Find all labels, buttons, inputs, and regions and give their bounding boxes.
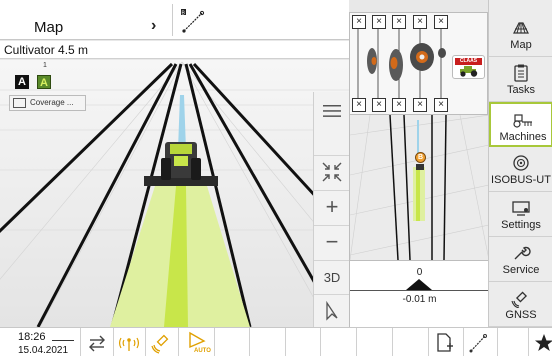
divider	[178, 328, 179, 356]
close-icon[interactable]: ×	[372, 15, 386, 29]
close-icon[interactable]: ×	[434, 98, 448, 112]
clipboard-icon	[514, 64, 528, 82]
close-icon[interactable]: ×	[392, 98, 406, 112]
divider	[392, 328, 393, 356]
zoom-in-button[interactable]: +	[314, 190, 350, 223]
add-document-icon[interactable]	[433, 332, 455, 354]
clock-date: 15.04.2021	[18, 345, 69, 356]
divider	[52, 340, 74, 341]
brand-logo: CLAAS	[455, 58, 482, 65]
close-icon[interactable]: ×	[352, 15, 366, 29]
chevron-right-icon[interactable]: ›	[151, 17, 156, 35]
coverage-button[interactable]: Coverage ...	[9, 95, 86, 111]
nav-item-service[interactable]: Service	[489, 237, 552, 282]
divider	[113, 328, 114, 356]
monitor-settings-icon	[512, 201, 530, 216]
offset-index: 0	[416, 267, 423, 278]
map-marker-b: B	[415, 152, 426, 163]
lightbar-line	[350, 290, 489, 291]
nav-label: Tasks	[506, 84, 536, 96]
nav-label: Service	[502, 264, 540, 276]
swap-arrows-icon[interactable]	[86, 332, 108, 354]
coverage-label: Coverage ...	[30, 98, 74, 107]
divider	[320, 328, 321, 356]
implement-bar: Cultivator 4.5 m	[0, 41, 349, 59]
plus-icon: +	[325, 194, 339, 219]
ab-line-icon[interactable]: B	[178, 6, 208, 36]
divider	[285, 328, 286, 356]
close-icon[interactable]: ×	[372, 98, 386, 112]
tractor-icon	[460, 66, 478, 77]
ab-line-icon[interactable]	[467, 332, 489, 354]
deviation-value: -0.01 m	[402, 294, 437, 305]
nav-label: GNSS	[505, 309, 537, 321]
section-a-indicator[interactable]: A	[15, 75, 29, 89]
close-icon[interactable]: ×	[352, 98, 366, 112]
close-icon[interactable]: ×	[413, 15, 427, 29]
divider	[249, 328, 250, 356]
nav-item-settings[interactable]: Settings	[489, 192, 552, 237]
minus-icon: −	[325, 229, 339, 254]
locate-button[interactable]	[314, 294, 350, 327]
section-a-active-indicator[interactable]: A	[37, 75, 51, 89]
mini-map-canvas	[350, 115, 488, 260]
nav-item-machines[interactable]: Machines	[489, 102, 552, 147]
view-mode-label: 3D	[323, 269, 341, 285]
brand-machine-button[interactable]: CLAAS	[452, 55, 485, 79]
divider	[528, 328, 529, 356]
position-indicator-icon	[406, 279, 432, 290]
top-bar: Map › B	[0, 0, 349, 40]
tractor-position-icon	[416, 164, 424, 170]
divider	[463, 328, 464, 356]
navigation-pointer-icon	[326, 301, 338, 321]
view-toolbar: + − 3D	[313, 92, 350, 327]
close-icon[interactable]: ×	[392, 15, 406, 29]
close-icon[interactable]: ×	[413, 98, 427, 112]
hamburger-icon	[323, 104, 341, 117]
divider	[172, 4, 173, 36]
collapse-view-button[interactable]	[314, 155, 350, 188]
mini-map[interactable]: B	[349, 115, 488, 260]
divider	[80, 328, 81, 356]
favorite-star-icon[interactable]	[533, 332, 552, 354]
status-bar: 18:26 15.04.2021 AUTO	[0, 327, 552, 356]
view-mode-button[interactable]: 3D	[314, 260, 350, 293]
nav-item-isobus-ut[interactable]: ISOBUS-UT	[489, 147, 552, 192]
tractor-implement-icon	[513, 114, 532, 128]
nav-item-gnss[interactable]: GNSS	[489, 282, 552, 327]
wrench-icon	[514, 246, 531, 260]
auto-label: AUTO	[194, 348, 211, 354]
clock-time: 18:26	[18, 331, 46, 343]
nav-label: Settings	[501, 219, 541, 231]
satellite-steer-icon[interactable]	[151, 332, 173, 354]
satellite-icon	[511, 291, 528, 308]
implement-name[interactable]: Cultivator 4.5 m	[4, 43, 88, 57]
coverage-icon	[13, 98, 26, 108]
divider	[356, 328, 357, 356]
nav-item-tasks[interactable]: Tasks	[489, 57, 552, 102]
menu-button[interactable]	[314, 94, 350, 127]
close-icon[interactable]: ×	[434, 15, 448, 29]
lane-number: 1	[43, 62, 47, 69]
isobus-icon	[513, 155, 529, 171]
rtk-signal-icon[interactable]	[118, 332, 140, 354]
nav-label: Machines	[499, 131, 547, 143]
divider	[497, 328, 498, 356]
main-navigation: Map Tasks Machines ISOBUS-UT Settings Se…	[488, 0, 552, 327]
nav-item-map[interactable]: Map	[489, 12, 552, 57]
nav-label: ISOBUS-UT	[491, 174, 551, 186]
nav-label: Map	[510, 39, 532, 51]
page-title: Map	[34, 19, 64, 36]
divider	[428, 328, 429, 356]
divider	[214, 328, 215, 356]
divider	[145, 328, 146, 356]
map-icon	[513, 22, 529, 34]
zoom-out-button[interactable]: −	[314, 225, 350, 258]
lightbar: 0 -0.01 m	[349, 260, 489, 327]
collapse-arrows-icon	[322, 162, 342, 182]
